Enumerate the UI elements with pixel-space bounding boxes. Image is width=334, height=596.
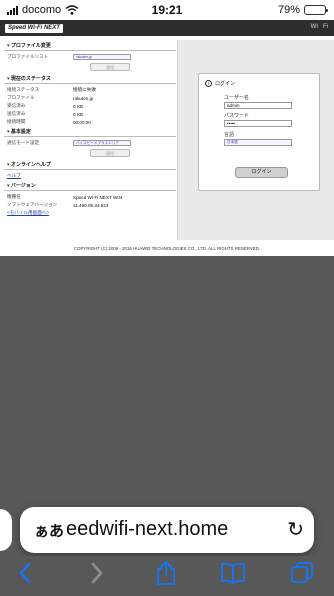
forward-icon (91, 562, 103, 584)
language-label: 言語 (224, 132, 235, 138)
status-row: 受信済み 0 KB (4, 102, 176, 110)
profile-apply-button[interactable]: 適用 (90, 63, 130, 71)
tabs-icon (291, 562, 313, 583)
webpage: Speed Wi-Fi NEXT WI Fi プロファイル変更 プロファイルリス… (0, 20, 334, 256)
login-button[interactable]: ログイン (235, 167, 288, 178)
mobile-view-link[interactable]: <モバイル用画面へ> (4, 209, 176, 217)
login-title: ログイン (215, 81, 236, 87)
bookmarks-button[interactable] (220, 560, 246, 586)
version-value: Speed Wi-Fi NEXT W04 (73, 194, 123, 200)
mode-apply-row: 適用 (4, 147, 176, 159)
share-button[interactable] (153, 560, 179, 586)
status-value: 00:00:00 (73, 119, 91, 125)
help-link[interactable]: ヘルプ (4, 172, 176, 180)
tabs-button[interactable] (289, 560, 315, 586)
share-icon (157, 561, 175, 585)
status-value: 接続に失敗 (73, 87, 96, 92)
battery-icon (304, 5, 328, 15)
language-select[interactable]: 日本語 (224, 139, 292, 146)
login-title-row: i ログイン (205, 80, 235, 87)
status-key: 接続時間 (7, 119, 26, 124)
forward-button[interactable] (84, 560, 110, 586)
page-settings-button[interactable]: ぁあ (34, 520, 64, 541)
back-button[interactable] (12, 560, 38, 586)
mode-select[interactable]: ハイスピードプラスエリア (73, 140, 131, 146)
safari-toolbar (0, 556, 334, 596)
reload-icon[interactable]: ↻ (287, 517, 304, 542)
profile-list-row: プロファイルリスト rakuten.jp (4, 53, 176, 61)
status-row: プロファイル rakuten.jp (4, 94, 176, 102)
copyright-text: COPYRIGHT (C) 2006 - 2016 HUAWEI TECHNOL… (73, 246, 261, 251)
status-panel: プロファイル変更 プロファイルリスト rakuten.jp 適用 現在のステータ… (4, 40, 176, 217)
login-panel: i ログイン ユーザー名 admin パスワード ••••• 言語 日本語 ログ… (178, 40, 334, 240)
status-value: rakuten.jp (73, 95, 94, 101)
battery-percent: 79% (277, 4, 300, 16)
mode-label: 通信モード設定 (7, 140, 40, 145)
version-key: 機種名 (7, 194, 21, 199)
section-version[interactable]: バージョン (4, 180, 176, 191)
version-key: ソフトウェアバージョン (7, 202, 58, 207)
profile-apply-row: 適用 (4, 61, 176, 73)
mode-apply-button[interactable]: 適用 (90, 149, 130, 157)
url-text[interactable]: eedwifi-next.home (66, 518, 228, 541)
header-icon-fi: Fi (323, 24, 328, 30)
header-icon-wi: WI (310, 24, 318, 30)
back-icon (19, 562, 31, 584)
username-label: ユーザー名 (224, 95, 249, 101)
mode-row: 通信モード設定 ハイスピードプラスエリア (4, 139, 176, 147)
password-field[interactable]: ••••• (224, 120, 292, 127)
status-row: 送信済み 0 KB (4, 110, 176, 118)
status-right: 79% (277, 4, 328, 16)
username-field[interactable]: admin (224, 102, 292, 109)
profile-list-label: プロファイルリスト (7, 54, 49, 59)
status-key: 接続ステータス (7, 87, 40, 92)
status-key: 受信済み (7, 103, 26, 108)
previous-tab-peek[interactable] (0, 509, 12, 551)
section-online-help[interactable]: オンラインヘルプ (4, 159, 176, 170)
bookmarks-icon (221, 562, 245, 584)
status-value: 0 KB (73, 103, 83, 109)
password-label: パスワード (224, 113, 250, 119)
info-icon: i (205, 80, 212, 87)
status-value: 0 KB (73, 111, 83, 117)
status-key: 送信済み (7, 111, 26, 116)
header-status-icons: WI Fi (311, 24, 328, 30)
section-status[interactable]: 現在のステータス (4, 73, 176, 84)
router-header: Speed Wi-Fi NEXT WI Fi (0, 20, 334, 36)
section-profile-change[interactable]: プロファイル変更 (4, 40, 176, 51)
version-row: ソフトウェアバージョン 11.460.05.34.824 (4, 201, 176, 209)
status-row: 接続ステータス 接続に失敗 (4, 86, 176, 94)
version-row: 機種名 Speed Wi-Fi NEXT W04 (4, 193, 176, 201)
brand-logo: Speed Wi-Fi NEXT (5, 24, 63, 33)
address-bar[interactable]: ぁあ eedwifi-next.home ↻ (20, 507, 314, 553)
login-box: i ログイン ユーザー名 admin パスワード ••••• 言語 日本語 ログ… (198, 73, 320, 191)
status-bar: docomo 19:21 79% (0, 0, 334, 20)
section-basic-settings[interactable]: 基本設定 (4, 126, 176, 137)
status-key: プロファイル (7, 95, 35, 100)
status-row: 接続時間 00:00:00 (4, 118, 176, 126)
profile-list-select[interactable]: rakuten.jp (73, 54, 131, 60)
version-value: 11.460.05.34.824 (73, 202, 109, 208)
